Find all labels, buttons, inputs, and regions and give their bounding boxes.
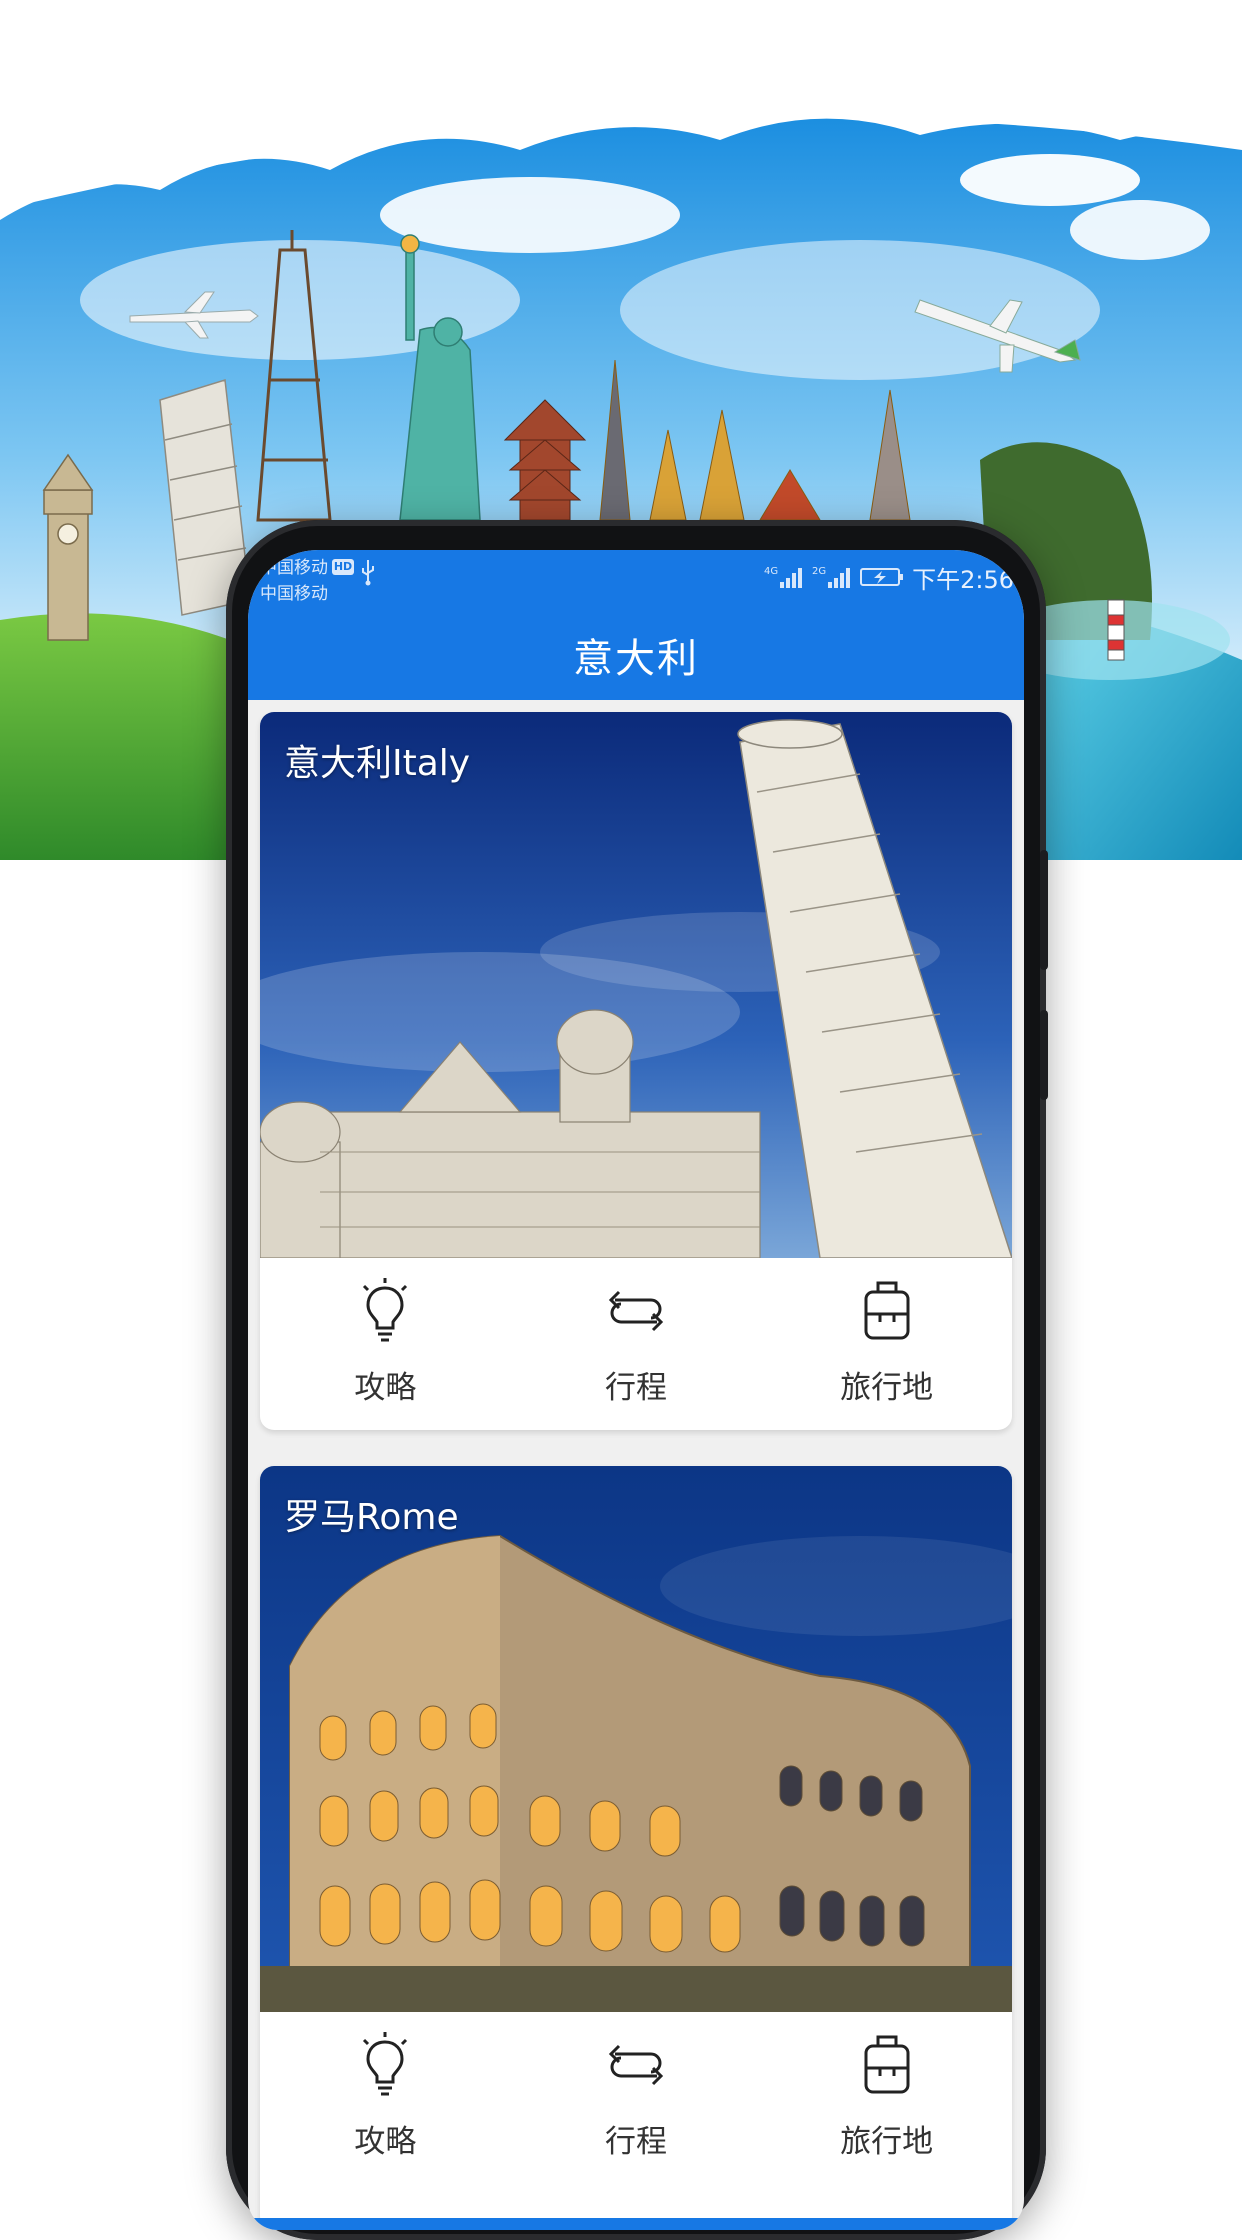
lightbulb-icon — [363, 1278, 408, 1342]
pisa-photo[interactable] — [260, 712, 1012, 1258]
usb-icon — [362, 560, 374, 586]
action-label-destinations: 旅行地 — [840, 1370, 934, 1406]
action-guide[interactable]: 攻略 — [295, 1258, 475, 1407]
action-label-guide: 攻略 — [354, 2124, 417, 2160]
signal-icon-2: 2G — [812, 566, 851, 588]
battery-charging-icon — [860, 568, 904, 586]
bottom-edge-bar — [248, 2218, 1024, 2230]
network-type-2: 2G — [812, 566, 826, 577]
action-label-destinations: 旅行地 — [840, 2124, 934, 2160]
action-itinerary[interactable]: 行程 — [546, 1258, 726, 1407]
colosseum-photo[interactable] — [260, 1466, 1012, 2012]
card-actions: 攻略 行程 旅行地 — [260, 2012, 1012, 2184]
signal-icon-1: 4G — [764, 566, 803, 588]
lightbulb-icon — [363, 2032, 408, 2096]
status-bar: 中国移动 HD 中国移动 4G 2G 下午2:56 — [248, 550, 1024, 610]
network-type-1: 4G — [764, 566, 778, 577]
suitcase-icon — [864, 1281, 910, 1340]
action-itinerary[interactable]: 行程 — [546, 2012, 726, 2161]
card-actions: 攻略 行程 旅行地 — [260, 1258, 1012, 1430]
swap-arrows-icon — [608, 2044, 664, 2086]
phone-volume-button — [1040, 1010, 1048, 1100]
action-label-itinerary: 行程 — [604, 1370, 667, 1406]
carrier-name-1: 中国移动 — [260, 558, 328, 578]
app-header: 意大利 — [248, 610, 1024, 700]
big-ben — [42, 453, 94, 641]
page-title: 意大利 — [573, 636, 699, 682]
action-guide[interactable]: 攻略 — [295, 2012, 475, 2161]
lighthouse — [1107, 599, 1125, 661]
phone-power-button — [1040, 850, 1048, 970]
destination-card-italy[interactable]: 意大利Italy 攻略 行程 旅行地 — [260, 712, 1012, 1430]
action-destinations[interactable]: 旅行地 — [797, 2012, 977, 2161]
destination-card-rome[interactable]: 罗马Rome 攻略 行程 旅行地 — [260, 1466, 1012, 2230]
action-label-itinerary: 行程 — [604, 2124, 667, 2160]
hd-badge: HD — [332, 559, 354, 575]
action-label-guide: 攻略 — [354, 1370, 417, 1406]
card-title: 罗马Rome — [284, 1497, 459, 1538]
phone-frame: 中国移动 HD 中国移动 4G 2G 下午2:56 意大利 意大利Italy 攻… — [226, 520, 1048, 2240]
swap-arrows-icon — [608, 1290, 664, 1332]
carrier-name-2: 中国移动 — [260, 584, 328, 604]
status-time: 下午2:56 — [912, 565, 1014, 594]
card-title: 意大利Italy — [284, 743, 471, 784]
suitcase-icon — [864, 2035, 910, 2094]
app-screen: 中国移动 HD 中国移动 4G 2G 下午2:56 意大利 意大利Italy 攻… — [248, 550, 1024, 2230]
action-destinations[interactable]: 旅行地 — [797, 1258, 977, 1407]
